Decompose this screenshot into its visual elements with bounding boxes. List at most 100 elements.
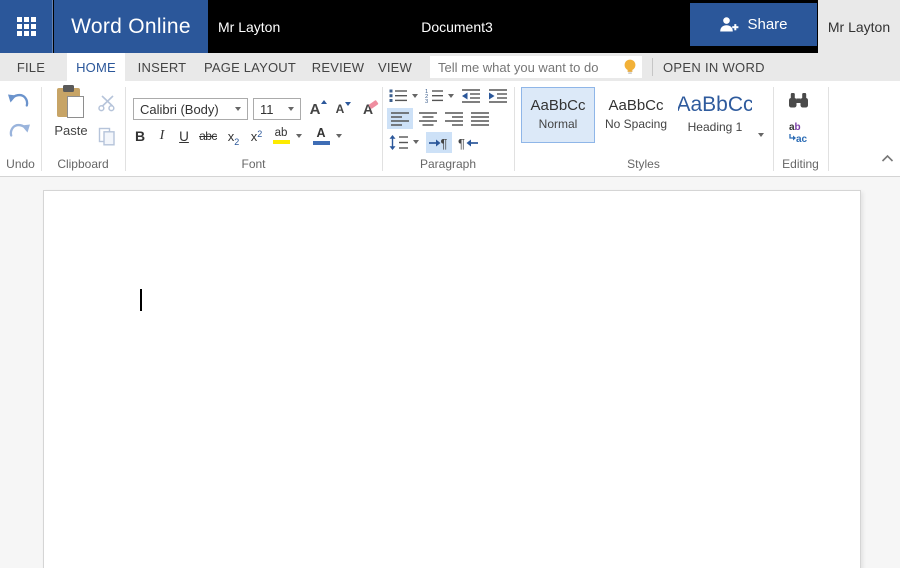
font-color-button[interactable]: A xyxy=(308,125,334,147)
scissors-icon xyxy=(97,94,115,111)
tab-home[interactable]: HOME xyxy=(67,53,125,81)
replace-button[interactable]: ab ac xyxy=(783,121,813,147)
font-color-dropdown[interactable] xyxy=(334,125,344,147)
account-menu[interactable]: Mr Layton xyxy=(818,0,900,53)
paste-label: Paste xyxy=(54,123,88,138)
tab-page-layout[interactable]: PAGE LAYOUT xyxy=(196,53,304,81)
chevron-down-icon xyxy=(448,93,454,98)
chevron-down-icon xyxy=(288,107,294,111)
left-to-right-button[interactable]: ¶ xyxy=(426,132,452,153)
shrink-font-button[interactable]: A xyxy=(332,98,354,120)
word-online-app: Word Online Mr Layton Document3 Share Mr… xyxy=(0,0,900,568)
suite-user-name: Mr Layton xyxy=(218,18,281,35)
replace-icon: ab ac xyxy=(788,122,808,145)
text-cursor xyxy=(140,289,142,311)
italic-button[interactable]: I xyxy=(151,125,173,147)
chevron-down-icon xyxy=(412,93,418,98)
increase-indent-button[interactable] xyxy=(486,86,510,105)
style-name: Heading 1 xyxy=(687,120,743,134)
paste-clipboard-icon xyxy=(57,85,84,118)
style-name: Normal xyxy=(538,117,578,131)
font-size-value: 11 xyxy=(260,101,274,117)
bullets-button[interactable] xyxy=(387,86,410,105)
line-spacing-button[interactable] xyxy=(387,132,411,152)
style-no-spacing[interactable]: AaBbCc No Spacing xyxy=(599,87,673,143)
line-spacing-dropdown[interactable] xyxy=(411,132,421,152)
align-right-button[interactable] xyxy=(441,108,467,129)
font-size-dropdown[interactable]: 11 xyxy=(253,98,301,120)
collapse-ribbon-button[interactable] xyxy=(878,151,896,165)
tab-review[interactable]: REVIEW xyxy=(308,53,368,81)
underline-button[interactable]: U xyxy=(173,125,195,147)
clear-formatting-glyph: A xyxy=(363,99,379,117)
share-label: Share xyxy=(747,16,788,33)
tell-me-input[interactable] xyxy=(430,56,618,78)
account-name: Mr Layton xyxy=(827,18,891,35)
font-name-dropdown[interactable]: Calibri (Body) xyxy=(133,98,248,120)
suite-bar: Word Online Mr Layton Document3 Share Mr… xyxy=(0,0,900,53)
find-button[interactable] xyxy=(785,90,811,110)
ribbon-tab-bar: FILE HOME INSERT PAGE LAYOUT REVIEW VIEW… xyxy=(0,53,900,81)
paste-button[interactable]: Paste xyxy=(48,84,94,148)
app-launcher-button[interactable] xyxy=(0,0,53,53)
document-canvas xyxy=(0,178,900,568)
clear-formatting-button[interactable]: A xyxy=(356,98,380,120)
document-title[interactable]: Document3 xyxy=(377,0,537,53)
right-to-left-button[interactable]: ¶ xyxy=(456,132,480,153)
highlight-color-button[interactable]: ab xyxy=(268,125,294,147)
rtl-paragraph-icon: ¶ xyxy=(458,136,478,151)
copy-icon xyxy=(98,127,115,146)
undo-icon xyxy=(8,93,29,107)
align-center-icon xyxy=(419,112,437,126)
bold-button[interactable]: B xyxy=(129,125,151,147)
tab-insert[interactable]: INSERT xyxy=(132,53,192,81)
document-page[interactable] xyxy=(43,190,861,568)
svg-text:¶: ¶ xyxy=(441,136,448,151)
copy-button[interactable] xyxy=(95,125,119,147)
paragraph-group-label: Paragraph xyxy=(419,157,477,171)
style-sample: AaBbCc xyxy=(608,97,664,114)
tab-file[interactable]: FILE xyxy=(10,53,52,81)
cut-button[interactable] xyxy=(95,93,119,113)
share-button[interactable]: Share xyxy=(690,3,817,46)
style-normal[interactable]: AaBbCc Normal xyxy=(521,87,595,143)
superscript-button[interactable]: x2 xyxy=(245,125,268,147)
numbering-button[interactable]: 123 xyxy=(423,86,446,105)
highlight-color-dropdown[interactable] xyxy=(294,125,304,147)
align-center-button[interactable] xyxy=(415,108,441,129)
tab-view[interactable]: VIEW xyxy=(372,53,418,81)
bullets-dropdown[interactable] xyxy=(410,86,420,105)
align-left-icon xyxy=(391,112,409,126)
chevron-down-icon xyxy=(758,133,764,137)
italic-glyph: I xyxy=(159,128,165,143)
ribbon: Undo Paste Clipboard Calibri (Body) 11 A… xyxy=(0,81,900,177)
strikethrough-glyph: abc xyxy=(199,129,217,143)
chevron-down-icon xyxy=(296,134,302,138)
decrease-indent-button[interactable] xyxy=(459,86,483,105)
styles-group-label: Styles xyxy=(627,157,660,171)
font-group-label: Font xyxy=(241,157,266,171)
align-left-button[interactable] xyxy=(387,108,413,129)
open-in-word-button[interactable]: OPEN IN WORD xyxy=(663,53,765,81)
grow-font-button[interactable]: A xyxy=(306,98,330,120)
chevron-down-icon xyxy=(336,134,342,138)
numbering-dropdown[interactable] xyxy=(446,86,456,105)
strikethrough-button[interactable]: abc xyxy=(195,125,221,147)
arrow-up-icon xyxy=(321,100,328,104)
justify-button[interactable] xyxy=(467,108,493,129)
redo-icon xyxy=(9,123,30,137)
subscript-button[interactable]: x2 xyxy=(222,125,245,147)
font-color-icon: A xyxy=(312,127,330,145)
numbered-list-icon: 123 xyxy=(425,89,443,103)
redo-button[interactable] xyxy=(5,120,33,140)
app-launcher-grid-icon xyxy=(16,17,36,36)
person-add-icon xyxy=(720,17,739,32)
chevron-up-icon xyxy=(881,154,893,162)
style-heading-1[interactable]: AaBbCc Heading 1 xyxy=(677,87,753,143)
grow-font-glyph: A xyxy=(309,100,321,118)
style-name: No Spacing xyxy=(604,117,668,131)
undo-button[interactable] xyxy=(5,90,33,110)
more-styles-dropdown[interactable] xyxy=(754,128,768,142)
line-spacing-icon xyxy=(389,134,408,150)
bold-glyph: B xyxy=(134,128,146,144)
